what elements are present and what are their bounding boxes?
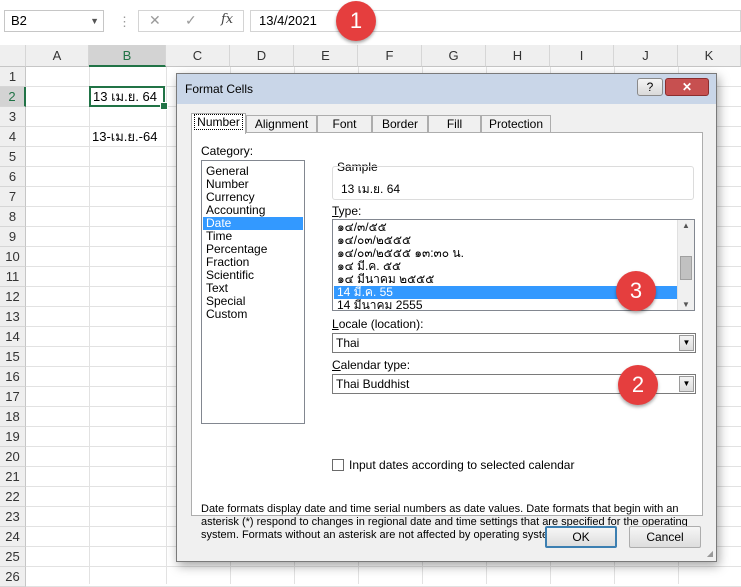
type-label: Type: <box>332 204 362 218</box>
column-header-b[interactable]: B <box>89 45 166 67</box>
type-list-scrollbar[interactable]: ▲ ▼ <box>677 220 694 310</box>
row-header-3[interactable]: 3 <box>0 107 26 127</box>
row-header-4[interactable]: 4 <box>0 127 26 147</box>
row-header-24[interactable]: 24 <box>0 527 26 547</box>
sample-box: 13 เม.ย. 64 <box>332 166 694 200</box>
category-item[interactable]: Custom <box>203 308 303 321</box>
locale-select[interactable]: Thai ▼ <box>332 333 696 353</box>
column-header-c[interactable]: C <box>166 45 230 67</box>
fill-handle[interactable] <box>160 102 168 110</box>
row-header-20[interactable]: 20 <box>0 447 26 467</box>
dialog-title: Format Cells <box>185 82 254 96</box>
sample-value: 13 เม.ย. 64 <box>341 182 401 196</box>
chevron-down-icon[interactable]: ▼ <box>90 11 99 31</box>
step-badge-2: 2 <box>618 365 658 405</box>
row-header-9[interactable]: 9 <box>0 227 26 247</box>
grid-line <box>26 566 741 567</box>
cell-b2[interactable]: 13 เม.ย. 64 <box>89 86 165 107</box>
tab-number[interactable]: Number <box>191 113 246 134</box>
row-header-7[interactable]: 7 <box>0 187 26 207</box>
row-header-10[interactable]: 10 <box>0 247 26 267</box>
column-header-k[interactable]: K <box>678 45 741 67</box>
name-box[interactable]: B2 ▼ <box>4 10 104 32</box>
column-header-f[interactable]: F <box>358 45 422 67</box>
row-header-2[interactable]: 2 <box>0 87 26 107</box>
row-header-17[interactable]: 17 <box>0 387 26 407</box>
step-badge-3: 3 <box>616 271 656 311</box>
row-header-23[interactable]: 23 <box>0 507 26 527</box>
row-header-1[interactable]: 1 <box>0 67 26 87</box>
locale-label: Locale (location): <box>332 317 424 331</box>
formula-input[interactable]: 13/4/2021 <box>250 10 741 32</box>
format-cells-dialog: Format Cells ? ✕ Number Alignment Font B… <box>176 73 717 562</box>
category-list[interactable]: General Number Currency Accounting Date … <box>201 160 305 424</box>
dialog-title-bar[interactable]: Format Cells ? ✕ <box>177 74 716 104</box>
row-header-18[interactable]: 18 <box>0 407 26 427</box>
formula-buttons: ✕ ✓ fx <box>138 10 244 32</box>
column-header-h[interactable]: H <box>486 45 550 67</box>
tab-border[interactable]: Border <box>372 115 428 133</box>
column-header-g[interactable]: G <box>422 45 486 67</box>
close-button[interactable]: ✕ <box>665 78 709 96</box>
category-label: Category: <box>201 144 254 158</box>
calendar-type-value: Thai Buddhist <box>336 377 410 391</box>
tab-fill[interactable]: Fill <box>428 115 481 133</box>
scroll-down-icon[interactable]: ▼ <box>682 300 690 309</box>
enter-entry-icon[interactable]: ✓ <box>185 12 197 29</box>
name-box-value: B2 <box>11 13 27 28</box>
step-badge-1: 1 <box>336 1 376 41</box>
number-tab-panel: Category: General Number Currency Accoun… <box>191 132 703 541</box>
select-all-corner[interactable] <box>0 45 26 67</box>
row-header-5[interactable]: 5 <box>0 147 26 167</box>
resize-grip-icon[interactable]: ◢ <box>707 549 713 558</box>
tab-alignment[interactable]: Alignment <box>246 115 317 133</box>
column-header-j[interactable]: J <box>614 45 678 67</box>
insert-function-icon[interactable]: fx <box>221 12 233 27</box>
row-header-6[interactable]: 6 <box>0 167 26 187</box>
tab-protection[interactable]: Protection <box>481 115 551 133</box>
cancel-entry-icon[interactable]: ✕ <box>149 12 161 29</box>
scroll-thumb[interactable] <box>680 256 692 280</box>
row-header-26[interactable]: 26 <box>0 567 26 587</box>
format-description: Date formats display date and time seria… <box>201 503 688 541</box>
input-dates-checkbox[interactable] <box>332 459 344 471</box>
row-header-15[interactable]: 15 <box>0 347 26 367</box>
chevron-down-icon[interactable]: ▼ <box>679 335 694 351</box>
formula-bar-grip-icon: ⋮ <box>118 14 131 29</box>
tab-font[interactable]: Font <box>317 115 372 133</box>
row-header-13[interactable]: 13 <box>0 307 26 327</box>
row-header-25[interactable]: 25 <box>0 547 26 567</box>
row-header-11[interactable]: 11 <box>0 267 26 287</box>
chevron-down-icon[interactable]: ▼ <box>679 376 694 392</box>
row-header-22[interactable]: 22 <box>0 487 26 507</box>
locale-value: Thai <box>336 336 360 350</box>
calendar-type-label: Calendar type: <box>332 358 411 372</box>
row-header-12[interactable]: 12 <box>0 287 26 307</box>
cell-b4[interactable]: 13-เม.ย.-64 <box>92 127 157 146</box>
row-header-19[interactable]: 19 <box>0 427 26 447</box>
row-header-14[interactable]: 14 <box>0 327 26 347</box>
column-header-a[interactable]: A <box>26 45 89 67</box>
help-button[interactable]: ? <box>637 78 663 96</box>
input-dates-label: Input dates according to selected calend… <box>349 458 575 472</box>
row-header-8[interactable]: 8 <box>0 207 26 227</box>
cancel-button[interactable]: Cancel <box>629 526 701 548</box>
column-header-i[interactable]: I <box>550 45 614 67</box>
column-header-e[interactable]: E <box>294 45 358 67</box>
row-header-21[interactable]: 21 <box>0 467 26 487</box>
scroll-up-icon[interactable]: ▲ <box>682 221 690 230</box>
ok-button[interactable]: OK <box>545 526 617 548</box>
column-header-d[interactable]: D <box>230 45 294 67</box>
row-header-16[interactable]: 16 <box>0 367 26 387</box>
